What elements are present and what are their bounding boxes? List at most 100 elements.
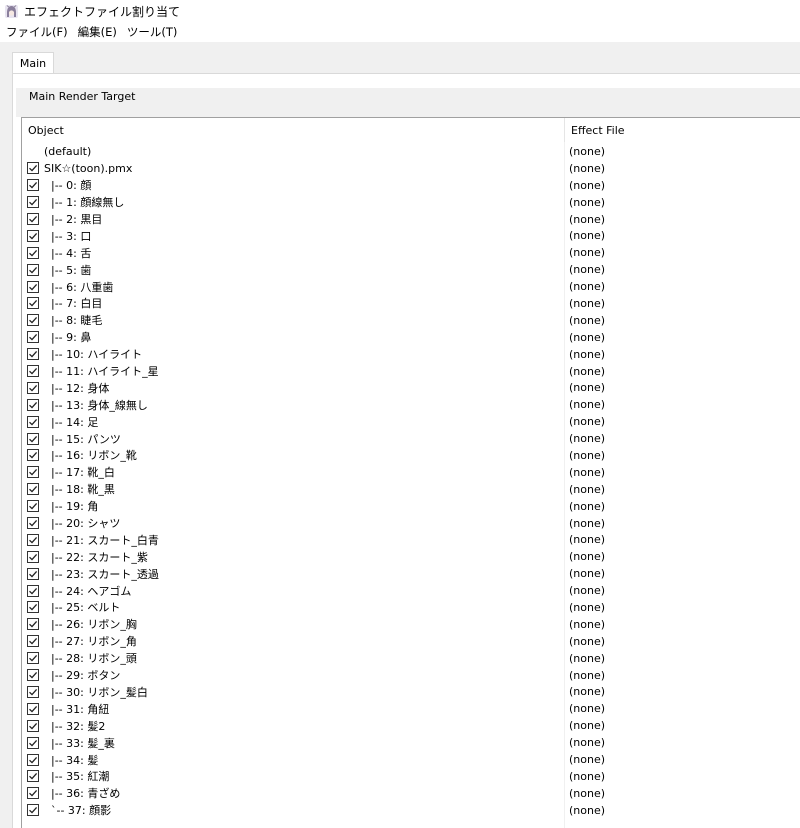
checkbox-checked[interactable] [27,567,39,580]
effect-file-cell[interactable]: (none) [569,162,605,175]
checkbox-checked[interactable] [27,702,39,715]
checkbox-checked[interactable] [27,719,39,732]
effect-file-cell[interactable]: (none) [569,567,605,580]
effect-file-cell[interactable]: (none) [569,365,605,378]
list-item[interactable]: |-- 28: リボン_頭 (none) [22,650,800,667]
list-item[interactable]: |-- 36: 青ざめ (none) [22,785,800,802]
effect-file-cell[interactable]: (none) [569,331,605,344]
effect-file-cell[interactable]: (none) [569,787,605,800]
checkbox-checked[interactable] [27,483,39,496]
list-item[interactable]: |-- 31: 角紐 (none) [22,700,800,717]
effect-file-cell[interactable]: (none) [569,466,605,479]
list-item[interactable]: |-- 30: リボン_髪白 (none) [22,684,800,701]
checkbox-checked[interactable] [27,297,39,310]
menu-edit[interactable]: 編集(E) [74,24,123,40]
list-item[interactable]: |-- 27: リボン_角 (none) [22,633,800,650]
checkbox-checked[interactable] [27,229,39,242]
checkbox-checked[interactable] [27,415,39,428]
effect-file-cell[interactable]: (none) [569,770,605,783]
checkbox-checked[interactable] [27,770,39,783]
list-item[interactable]: |-- 9: 鼻 (none) [22,329,800,346]
tab-main[interactable]: Main [12,52,54,74]
list-item[interactable]: |-- 12: 身体 (none) [22,379,800,396]
effect-file-cell[interactable]: (none) [569,753,605,766]
list-item[interactable]: |-- 14: 足 (none) [22,413,800,430]
list-item[interactable]: SIK☆(toon).pmx (none) [22,160,800,177]
effect-file-cell[interactable]: (none) [569,517,605,530]
checkbox-checked[interactable] [27,179,39,192]
effect-file-cell[interactable]: (none) [569,263,605,276]
checkbox-checked[interactable] [27,280,39,293]
checkbox-checked[interactable] [27,669,39,682]
list-item[interactable]: |-- 33: 髪_裏 (none) [22,734,800,751]
checkbox-checked[interactable] [27,550,39,563]
checkbox-checked[interactable] [27,736,39,749]
effect-file-cell[interactable]: (none) [569,736,605,749]
list-item[interactable]: |-- 15: パンツ (none) [22,430,800,447]
effect-file-cell[interactable]: (none) [569,500,605,513]
checkbox-checked[interactable] [27,584,39,597]
list-item[interactable]: |-- 7: 白目 (none) [22,295,800,312]
checkbox-checked[interactable] [27,466,39,479]
checkbox-checked[interactable] [27,213,39,225]
checkbox-checked[interactable] [27,753,39,766]
effect-file-cell[interactable]: (none) [569,449,605,462]
checkbox-checked[interactable] [27,348,39,361]
checkbox-checked[interactable] [27,246,39,259]
list-item[interactable]: |-- 16: リボン_靴 (none) [22,447,800,464]
checkbox-checked[interactable] [27,263,39,276]
list-item[interactable]: |-- 29: ボタン (none) [22,667,800,684]
checkbox-checked[interactable] [27,314,39,327]
list-item[interactable]: |-- 8: 睫毛 (none) [22,312,800,329]
checkbox-checked[interactable] [27,449,39,462]
effect-file-cell[interactable]: (none) [569,719,605,732]
effect-file-cell[interactable]: (none) [569,179,605,192]
list-item[interactable]: |-- 24: ヘアゴム (none) [22,582,800,599]
list-item[interactable]: |-- 18: 靴_黒 (none) [22,481,800,498]
checkbox-checked[interactable] [27,162,39,175]
checkbox-checked[interactable] [27,685,39,698]
list-item[interactable]: |-- 4: 舌 (none) [22,244,800,261]
checkbox-checked[interactable] [27,381,39,394]
checkbox-checked[interactable] [27,635,39,648]
checkbox-checked[interactable] [27,601,39,614]
list-item[interactable]: |-- 6: 八重歯 (none) [22,278,800,295]
checkbox-checked[interactable] [27,804,39,817]
list-item[interactable]: |-- 2: 黒目 (none) [22,211,800,228]
object-effect-list[interactable]: Object Effect File (default) (none) SIK☆(t… [21,117,800,828]
menu-file[interactable]: ファイル(F) [2,24,74,40]
effect-file-cell[interactable]: (none) [569,229,605,242]
effect-file-cell[interactable]: (none) [569,804,605,817]
effect-file-cell[interactable]: (none) [569,398,605,411]
effect-file-cell[interactable]: (none) [569,550,605,563]
menu-tools[interactable]: ツール(T) [123,24,184,40]
list-item[interactable]: |-- 19: 角 (none) [22,498,800,515]
list-item[interactable]: |-- 32: 髪2 (none) [22,717,800,734]
list-item[interactable]: |-- 5: 歯 (none) [22,261,800,278]
checkbox-checked[interactable] [27,618,39,631]
effect-file-cell[interactable]: (none) [569,601,605,614]
checkbox-checked[interactable] [27,533,39,546]
effect-file-cell[interactable]: (none) [569,415,605,428]
effect-file-cell[interactable]: (none) [569,348,605,361]
effect-file-cell[interactable]: (none) [569,669,605,682]
checkbox-checked[interactable] [27,517,39,530]
list-item[interactable]: (default) (none) [22,143,800,160]
list-item[interactable]: |-- 13: 身体_線無し (none) [22,396,800,413]
column-header-effect-file[interactable]: Effect File [565,118,800,142]
effect-file-cell[interactable]: (none) [569,246,605,259]
checkbox-checked[interactable] [27,787,39,800]
effect-file-cell[interactable]: (none) [569,381,605,394]
effect-file-cell[interactable]: (none) [569,584,605,597]
effect-file-cell[interactable]: (none) [569,652,605,665]
effect-file-cell[interactable]: (none) [569,533,605,546]
list-item[interactable]: |-- 11: ハイライト_星 (none) [22,363,800,380]
effect-file-cell[interactable]: (none) [569,635,605,648]
list-item[interactable]: |-- 25: ベルト (none) [22,599,800,616]
effect-file-cell[interactable]: (none) [569,618,605,631]
effect-file-cell[interactable]: (none) [569,314,605,327]
effect-file-cell[interactable]: (none) [569,213,605,226]
effect-file-cell[interactable]: (none) [569,297,605,310]
column-header-object[interactable]: Object [22,118,565,142]
list-item[interactable]: |-- 34: 髪 (none) [22,751,800,768]
